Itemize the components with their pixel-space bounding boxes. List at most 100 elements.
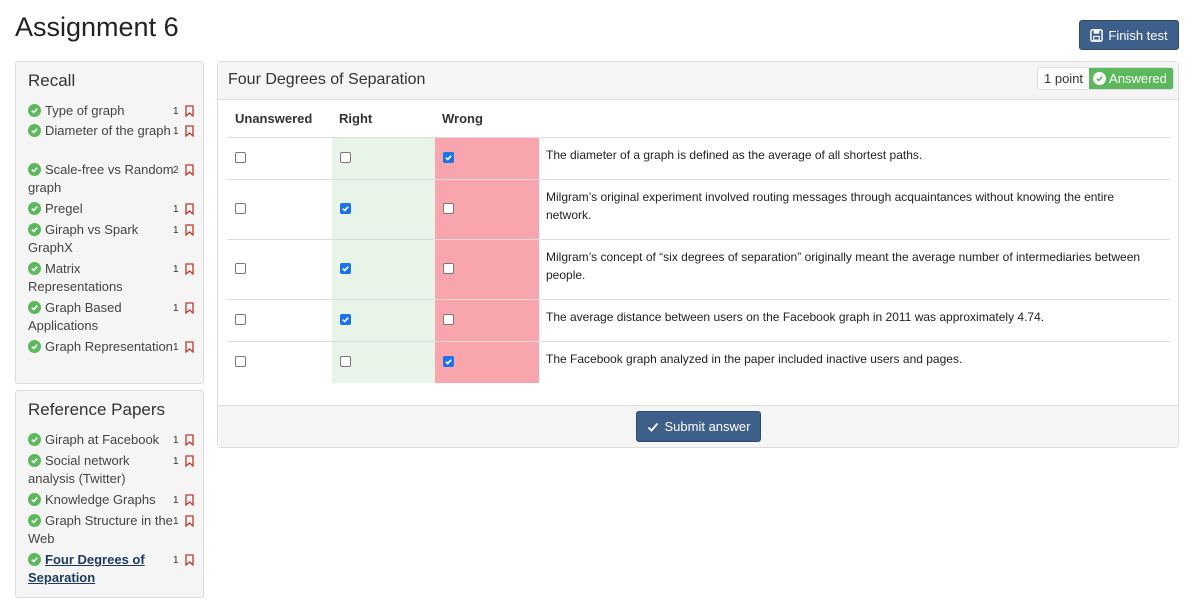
recall-item[interactable]: Giraph vs Spark GraphX 1 — [28, 221, 196, 257]
points-badge: 1 point Answered — [1037, 67, 1174, 90]
unanswered-checkbox[interactable] — [235, 152, 246, 163]
answered-badge: Answered — [1089, 68, 1173, 89]
reference-item[interactable]: Social network analysis (Twitter) 1 — [28, 452, 196, 488]
check-circle-icon — [1093, 72, 1107, 85]
reference-papers-panel: Reference Papers Giraph at Facebook 1 Soci… — [15, 390, 204, 598]
bookmark-icon[interactable] — [185, 163, 194, 177]
statement-text: Milgram’s concept of “six degrees of sep… — [546, 250, 1141, 282]
recall-item-points: 1 — [173, 225, 179, 236]
finish-test-button[interactable]: Finish test — [1079, 20, 1179, 50]
reference-item-label[interactable]: Four Degrees of Separation — [28, 551, 196, 587]
bookmark-icon[interactable] — [185, 493, 194, 507]
reference-item-label: Knowledge Graphs — [45, 492, 156, 507]
recall-item[interactable]: Scale-free vs Random graph 2 — [28, 161, 196, 197]
check-circle-icon — [28, 104, 41, 117]
answered-label: Answered — [1109, 71, 1167, 86]
right-checkbox[interactable] — [340, 203, 351, 214]
check-circle-icon — [28, 301, 41, 314]
statement-text: The average distance between users on th… — [546, 310, 1045, 324]
check-circle-icon — [28, 202, 41, 215]
reference-item[interactable]: Four Degrees of Separation 1 — [28, 551, 196, 587]
statement-row: The Facebook graph analyzed in the paper… — [227, 341, 1170, 383]
reference-item[interactable]: Graph Structure in the Web 1 — [28, 512, 196, 548]
check-circle-icon — [28, 262, 41, 275]
unanswered-checkbox[interactable] — [235, 263, 246, 274]
recall-item[interactable]: Matrix Representations 1 — [28, 260, 196, 296]
recall-item-points: 2 — [173, 165, 179, 176]
recall-item-label: Pregel — [45, 201, 83, 216]
submit-answer-label: Submit answer — [664, 419, 751, 434]
check-icon — [647, 422, 658, 432]
statement-row: Milgram’s original experiment involved r… — [227, 179, 1170, 239]
bookmark-icon[interactable] — [185, 433, 194, 447]
wrong-checkbox[interactable] — [443, 356, 454, 367]
reference-papers-title: Reference Papers — [28, 400, 166, 419]
right-checkbox[interactable] — [340, 314, 351, 325]
reference-item-label: Social network analysis (Twitter) — [28, 453, 130, 486]
bookmark-icon[interactable] — [185, 553, 194, 567]
column-header-unanswered: Unanswered — [235, 111, 313, 126]
check-circle-icon — [28, 340, 41, 353]
bookmark-icon[interactable] — [185, 124, 194, 138]
right-checkbox[interactable] — [340, 356, 351, 367]
reference-item-label: Graph Structure in the Web — [28, 513, 173, 546]
unanswered-checkbox[interactable] — [235, 314, 246, 325]
reference-item-label: Giraph at Facebook — [45, 432, 160, 447]
recall-item[interactable]: Pregel 1 — [28, 200, 196, 218]
statement-row: The diameter of a graph is defined as th… — [227, 137, 1170, 179]
wrong-checkbox[interactable] — [443, 263, 454, 274]
reference-item-points: 1 — [173, 516, 179, 527]
submit-answer-button[interactable]: Submit answer — [636, 411, 761, 442]
wrong-checkbox[interactable] — [443, 314, 454, 325]
check-circle-icon — [28, 124, 41, 137]
check-circle-icon — [28, 163, 41, 176]
recall-item-label: Giraph vs Spark GraphX — [28, 222, 139, 255]
save-icon — [1090, 28, 1104, 42]
recall-item[interactable]: Diameter of the graph 1 — [28, 122, 196, 140]
bookmark-icon[interactable] — [185, 514, 194, 528]
reference-item[interactable]: Giraph at Facebook 1 — [28, 431, 196, 449]
unanswered-checkbox[interactable] — [235, 356, 246, 367]
recall-item[interactable]: Type of graph 1 — [28, 102, 196, 120]
recall-item-label: Matrix Representations — [28, 261, 123, 294]
statement-text: The diameter of a graph is defined as th… — [546, 148, 923, 162]
bookmark-icon[interactable] — [185, 301, 194, 315]
reference-item-points: 1 — [173, 495, 179, 506]
bookmark-icon[interactable] — [185, 104, 194, 118]
statement-text: Milgram’s original experiment involved r… — [546, 190, 1115, 222]
reference-item[interactable]: Knowledge Graphs 1 — [28, 491, 196, 509]
check-circle-icon — [28, 223, 41, 236]
recall-item[interactable]: Graph Representation 1 — [28, 338, 196, 356]
right-checkbox[interactable] — [340, 263, 351, 274]
statement-text: The Facebook graph analyzed in the paper… — [546, 352, 963, 366]
right-checkbox[interactable] — [340, 152, 351, 163]
wrong-checkbox[interactable] — [443, 152, 454, 163]
unanswered-checkbox[interactable] — [235, 203, 246, 214]
check-circle-icon — [28, 433, 41, 446]
bookmark-icon[interactable] — [185, 262, 194, 276]
recall-item-points: 1 — [173, 342, 179, 353]
bookmark-icon[interactable] — [185, 454, 194, 468]
question-title: Four Degrees of Separation — [228, 71, 426, 88]
statement-row: The average distance between users on th… — [227, 299, 1170, 341]
recall-item-label: Graph Representation — [45, 339, 173, 354]
check-circle-icon — [28, 493, 41, 506]
statement-row: Milgram’s concept of “six degrees of sep… — [227, 239, 1170, 299]
recall-item-label: Graph Based Applications — [28, 300, 122, 333]
reference-item-points: 1 — [173, 435, 179, 446]
wrong-checkbox[interactable] — [443, 203, 454, 214]
question-panel: Four Degrees of Separation 1 point Answe… — [217, 61, 1179, 448]
column-header-right: Right — [339, 111, 373, 126]
finish-test-label: Finish test — [1108, 27, 1168, 43]
recall-item-label: Scale-free vs Random graph — [28, 162, 174, 195]
reference-item-points: 1 — [173, 555, 179, 566]
recall-panel: Recall Type of graph 1 Diameter of the gra… — [15, 61, 204, 384]
reference-item-points: 1 — [173, 456, 179, 467]
recall-item-label: Type of graph — [45, 103, 125, 118]
bookmark-icon[interactable] — [185, 202, 194, 216]
column-header-wrong: Wrong — [442, 111, 483, 126]
bookmark-icon[interactable] — [185, 340, 194, 354]
recall-item[interactable]: Graph Based Applications 1 — [28, 299, 196, 335]
bookmark-icon[interactable] — [185, 223, 194, 237]
recall-item-points: 1 — [173, 126, 179, 137]
